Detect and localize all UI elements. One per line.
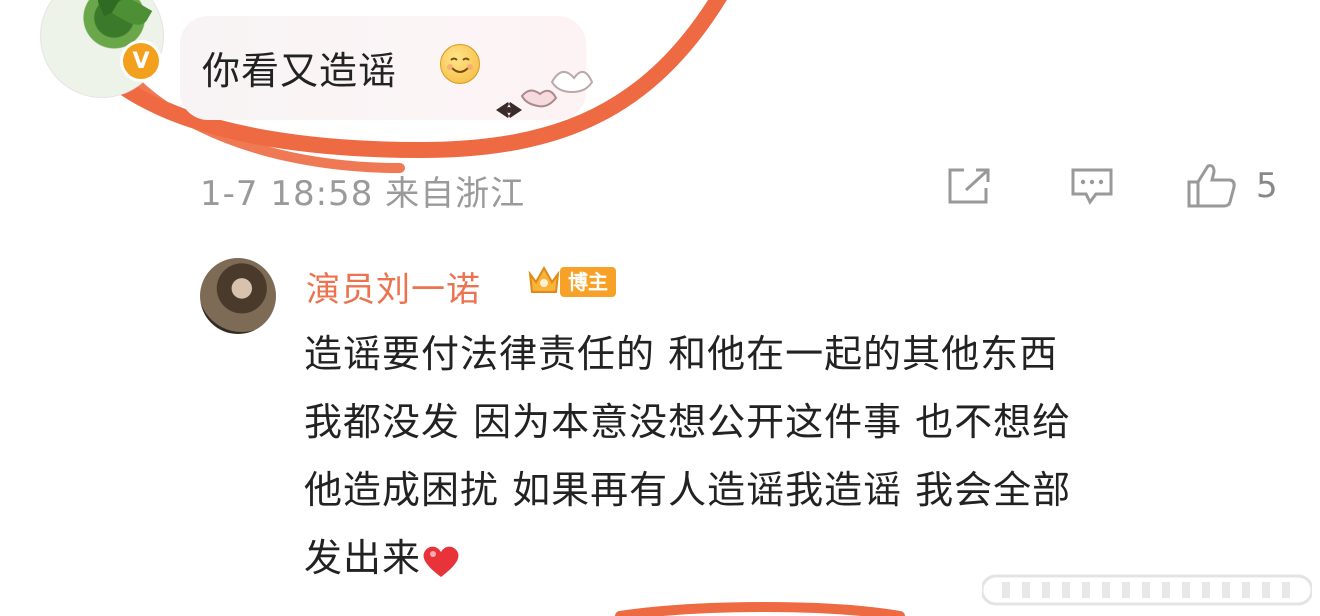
like-icon[interactable] bbox=[1186, 162, 1238, 212]
reply-line: 我都没发 因为本意没想公开这件事 也不想给 bbox=[304, 400, 1072, 444]
comment-timestamp-location: 1-7 18:58 来自浙江 bbox=[200, 174, 526, 214]
heart-icon bbox=[423, 546, 459, 577]
smile-emoji-icon bbox=[440, 44, 480, 84]
comment-text: 你看又造谣 bbox=[202, 49, 398, 93]
verified-badge-icon: V bbox=[120, 40, 162, 82]
reply-line: 造谣要付法律责任的 和他在一起的其他东西 bbox=[304, 332, 1059, 376]
comment-icon[interactable] bbox=[1070, 166, 1114, 210]
host-badge: 博主 bbox=[560, 267, 616, 297]
reply-author-avatar[interactable] bbox=[200, 258, 276, 334]
bubble-decoration-icon bbox=[496, 71, 594, 118]
like-count: 5 bbox=[1256, 166, 1278, 206]
reply-author-name[interactable]: 演员刘一诺 bbox=[306, 262, 481, 311]
reply-line: 他造成困扰 如果再有人造谣我造谣 我会全部 bbox=[304, 468, 1072, 512]
watermark bbox=[982, 574, 1312, 606]
reply-line: 发出来 bbox=[304, 536, 422, 580]
share-icon[interactable] bbox=[946, 166, 992, 210]
reply-text: 造谣要付法律责任的 和他在一起的其他东西 我都没发 因为本意没想公开这件事 也不… bbox=[304, 320, 1264, 592]
crown-icon bbox=[528, 265, 560, 293]
